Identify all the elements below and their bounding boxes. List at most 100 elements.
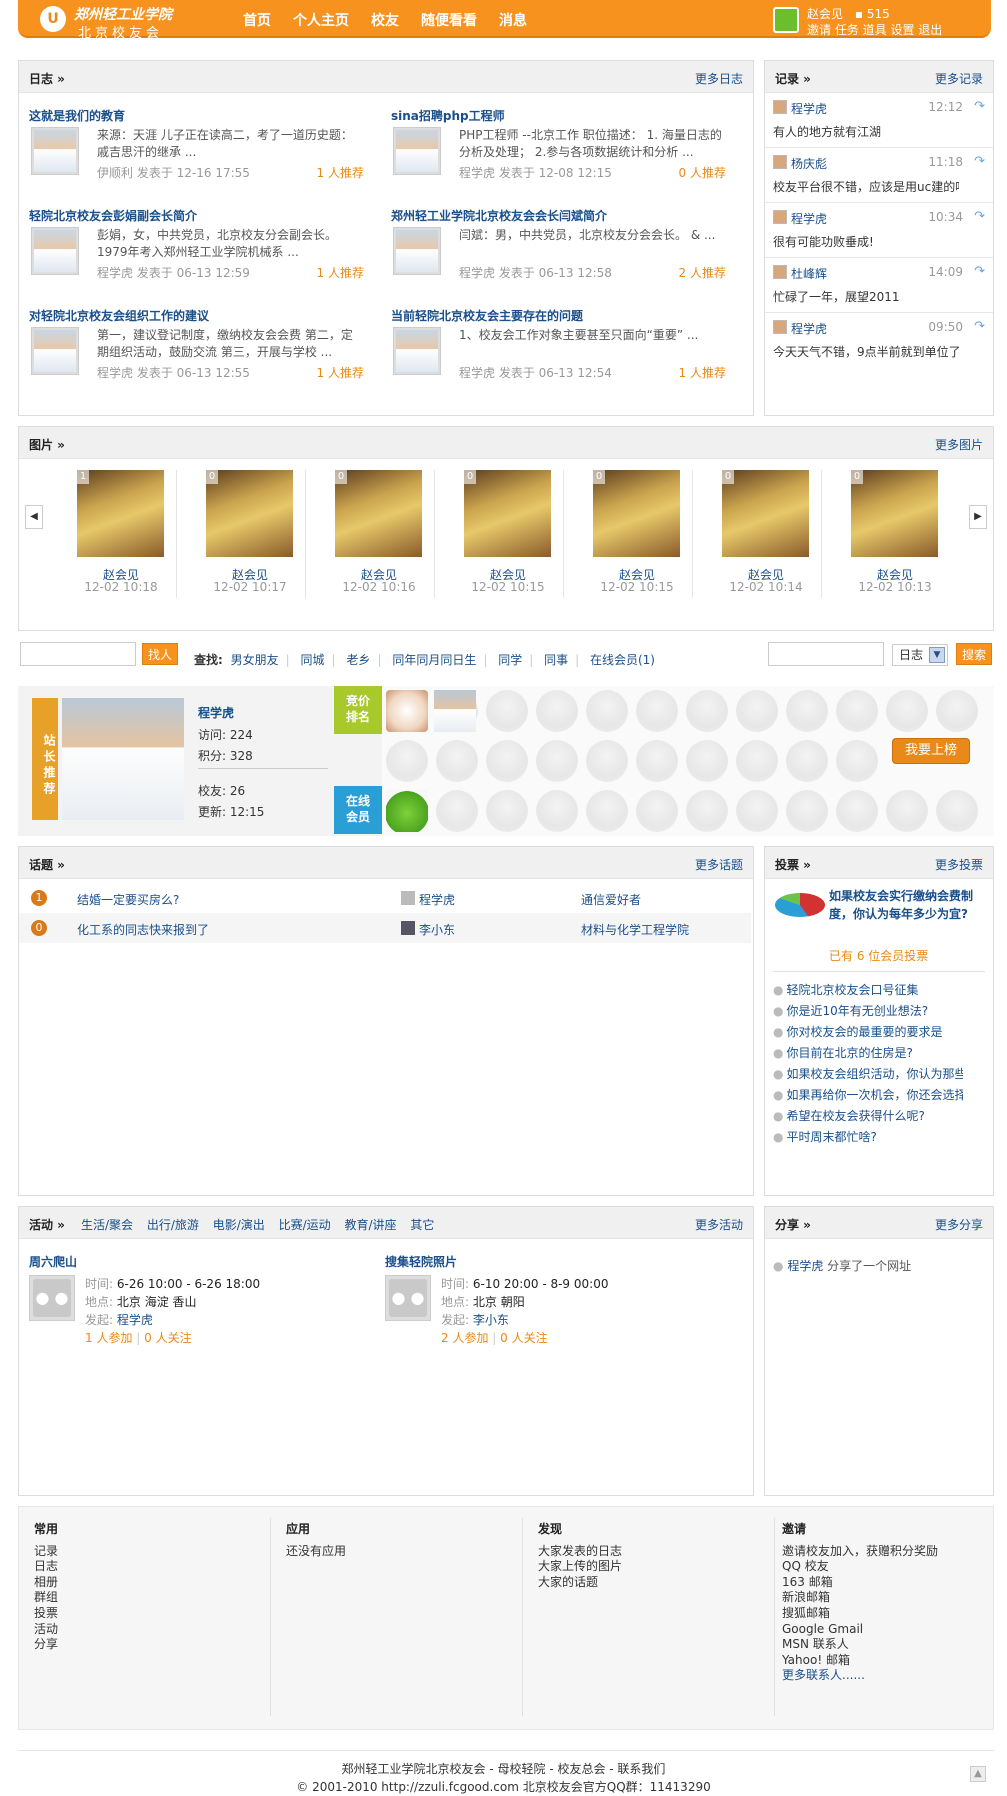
photos-more-link[interactable]: 更多图片: [935, 436, 983, 453]
records-more-link[interactable]: 更多记录: [935, 70, 983, 87]
footer-link[interactable]: 新浪邮箱: [782, 1590, 938, 1606]
topic-group[interactable]: 材料与化学工程学院: [581, 921, 689, 938]
blog-title[interactable]: sina招聘php工程师: [391, 107, 736, 124]
poll-item[interactable]: ● 如果校友会组织活动，你认为那些...: [773, 1065, 963, 1082]
record-user[interactable]: 程学虎: [791, 320, 827, 337]
blog-recommend[interactable]: 2 人推荐: [679, 264, 726, 281]
event-icon[interactable]: ● ●: [29, 1275, 75, 1321]
topic-title[interactable]: 结婚一定要买房么?: [77, 891, 179, 908]
footer-link[interactable]: 大家发表的日志: [538, 1544, 622, 1560]
poll-more-link[interactable]: 更多投票: [935, 856, 983, 873]
user-avatar[interactable]: [401, 921, 415, 935]
reply-arrow-icon[interactable]: ↷: [974, 99, 985, 114]
site-logo[interactable]: U 郑州轻工业学院 北京校友会: [40, 4, 200, 41]
footer-link[interactable]: QQ 校友: [782, 1559, 938, 1575]
poll-item[interactable]: ● 轻院北京校友会口号征集: [773, 981, 963, 998]
blog-panel-title[interactable]: 日志 »: [29, 70, 65, 87]
footer-link[interactable]: 活动: [34, 1622, 58, 1638]
find-link-classmates[interactable]: 同学: [498, 653, 522, 667]
organizer-link[interactable]: 李小东: [473, 1313, 509, 1327]
poll-featured-title[interactable]: 如果校友会实行缴纳会费制度，你认为每年多少为宜?: [829, 887, 979, 923]
poll-item[interactable]: ● 你目前在北京的住房是?: [773, 1044, 963, 1061]
share-user[interactable]: 程学虎: [787, 1259, 823, 1273]
bid-user-avatar-2[interactable]: [434, 690, 476, 732]
find-link-birthday[interactable]: 同年同月同日生: [392, 653, 476, 667]
find-link-friends[interactable]: 男女朋友: [231, 653, 279, 667]
footer-link[interactable]: 日志: [34, 1559, 58, 1575]
author-avatar[interactable]: [393, 227, 441, 275]
blog-title[interactable]: 对轻院北京校友会组织工作的建议: [29, 307, 374, 324]
events-panel-title[interactable]: 活动 »: [29, 1216, 65, 1233]
user-avatar[interactable]: [773, 320, 787, 334]
footer-link[interactable]: Yahoo! 邮箱: [782, 1653, 938, 1669]
record-user[interactable]: 杨庆彪: [791, 155, 827, 172]
reply-arrow-icon[interactable]: ↷: [974, 319, 985, 334]
reply-arrow-icon[interactable]: ↷: [974, 209, 985, 224]
find-people-input[interactable]: [20, 642, 136, 666]
footer-link[interactable]: 大家上传的图片: [538, 1559, 622, 1575]
list-me-button[interactable]: 我要上榜: [892, 738, 970, 764]
topic-group[interactable]: 通信爱好者: [581, 891, 641, 908]
events-more-link[interactable]: 更多活动: [695, 1216, 743, 1233]
photo-thumbnail[interactable]: [593, 470, 680, 557]
featured-name[interactable]: 程学虎: [198, 704, 234, 721]
user-avatar[interactable]: [773, 100, 787, 114]
user-avatar[interactable]: [773, 7, 799, 33]
back-to-top-icon[interactable]: ▲: [970, 1766, 986, 1782]
event-category-link[interactable]: 教育/讲座: [345, 1218, 397, 1232]
search-type-select[interactable]: 日志 ▼: [892, 644, 948, 666]
poll-item[interactable]: ● 希望在校友会获得什么呢?: [773, 1107, 963, 1124]
user-avatar[interactable]: [773, 155, 787, 169]
author-avatar[interactable]: [393, 127, 441, 175]
blog-recommend[interactable]: 1 人推荐: [317, 364, 364, 381]
poll-item[interactable]: ● 你对校友会的最重要的要求是: [773, 1023, 963, 1040]
next-arrow-icon[interactable]: ▶: [969, 505, 987, 529]
author-avatar[interactable]: [31, 327, 79, 375]
topic-user[interactable]: 李小东: [419, 921, 455, 938]
nav-messages[interactable]: 消息: [499, 10, 527, 30]
footer-link[interactable]: 搜狐邮箱: [782, 1606, 938, 1622]
online-user-avatar[interactable]: [386, 790, 428, 832]
author-avatar[interactable]: [31, 227, 79, 275]
blog-title[interactable]: 郑州轻工业学院北京校友会会长闫斌简介: [391, 207, 736, 224]
poll-item[interactable]: ● 你是近10年有无创业想法?: [773, 1002, 963, 1019]
blog-title[interactable]: 这就是我们的教育: [29, 107, 374, 124]
footer-link[interactable]: Google Gmail: [782, 1622, 938, 1638]
user-avatar[interactable]: [773, 265, 787, 279]
topics-panel-title[interactable]: 话题 »: [29, 856, 65, 873]
blog-recommend[interactable]: 0 人推荐: [679, 164, 726, 181]
photo-thumbnail[interactable]: [722, 470, 809, 557]
footer-link[interactable]: 群组: [34, 1590, 58, 1606]
nav-browse[interactable]: 随便看看: [421, 10, 477, 30]
site-search-input[interactable]: [768, 642, 884, 666]
organizer-link[interactable]: 程学虎: [117, 1313, 153, 1327]
reply-arrow-icon[interactable]: ↷: [974, 264, 985, 279]
record-user[interactable]: 杜峰辉: [791, 265, 827, 282]
event-title[interactable]: 周六爬山: [29, 1253, 384, 1270]
photo-thumbnail[interactable]: [851, 470, 938, 557]
footer-bottom-links[interactable]: 郑州轻工业学院北京校友会 - 母校轻院 - 校友总会 - 联系我们: [0, 1760, 1007, 1777]
share-panel-title[interactable]: 分享 »: [775, 1216, 811, 1233]
find-people-button[interactable]: 找人: [142, 643, 178, 665]
event-title[interactable]: 搜集轻院照片: [385, 1253, 740, 1270]
photo-thumbnail[interactable]: [77, 470, 164, 557]
records-panel-title[interactable]: 记录 »: [775, 70, 811, 87]
author-avatar[interactable]: [393, 327, 441, 375]
bid-user-avatar-1[interactable]: [386, 690, 428, 732]
user-links[interactable]: 邀请 任务 道具 设置 退出: [807, 21, 942, 38]
user-avatar[interactable]: [401, 891, 415, 905]
photo-thumbnail[interactable]: [206, 470, 293, 557]
event-category-link[interactable]: 电影/演出: [213, 1218, 265, 1232]
record-user[interactable]: 程学虎: [791, 210, 827, 227]
find-link-same-city[interactable]: 同城: [301, 653, 325, 667]
event-join-count[interactable]: 2 人参加: [441, 1331, 488, 1345]
footer-link[interactable]: 163 邮箱: [782, 1575, 938, 1591]
footer-link[interactable]: 记录: [34, 1544, 58, 1560]
event-follow-count[interactable]: 0 人关注: [144, 1331, 191, 1345]
poll-item[interactable]: ● 如果再给你一次机会，你还会选择...: [773, 1086, 963, 1103]
footer-link[interactable]: 大家的话题: [538, 1575, 622, 1591]
poll-item[interactable]: ● 平时周末都忙啥?: [773, 1128, 963, 1145]
reply-arrow-icon[interactable]: ↷: [974, 154, 985, 169]
blog-more-link[interactable]: 更多日志: [695, 70, 743, 87]
record-user[interactable]: 程学虎: [791, 100, 827, 117]
